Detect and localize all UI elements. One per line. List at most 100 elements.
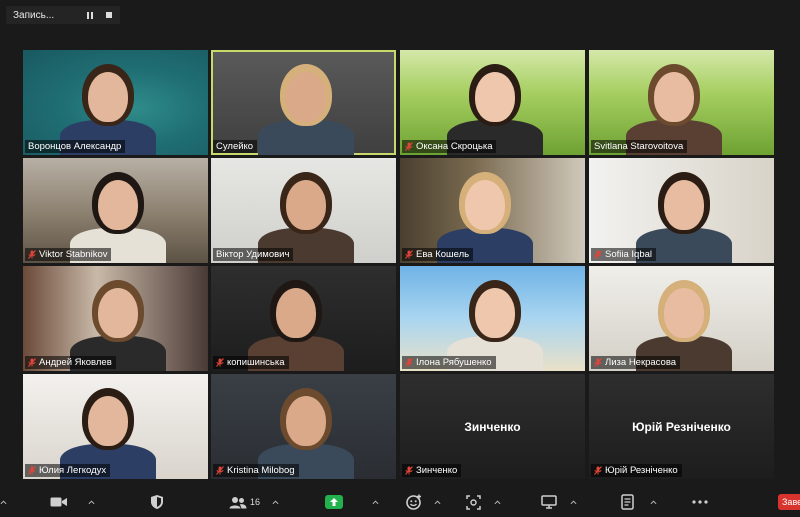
camera-icon	[50, 497, 67, 507]
participant-face	[88, 72, 128, 122]
participant-name-tag: Svitlana Starovoitova	[591, 140, 688, 153]
participant-name-tag: Ева Кошель	[402, 248, 474, 261]
toolbar-left-caret[interactable]	[0, 493, 7, 511]
participant-face	[475, 288, 515, 338]
video-options-caret[interactable]	[88, 493, 95, 511]
participant-face	[88, 396, 128, 446]
participant-name-tag: копишинська	[213, 356, 289, 369]
stop-icon	[106, 12, 112, 18]
participant-name-tag: Kristina Milobog	[213, 464, 299, 477]
recording-label: Запись...	[13, 9, 55, 21]
participant-tile[interactable]: Воронцов Александр	[23, 50, 208, 155]
participant-tile[interactable]: Юлия Легкодух	[23, 374, 208, 479]
mic-muted-icon	[28, 466, 36, 475]
participant-face	[98, 288, 138, 338]
mic-muted-icon	[216, 466, 224, 475]
video-button[interactable]	[50, 493, 68, 511]
participant-face	[664, 288, 704, 338]
pause-icon	[87, 11, 93, 19]
participant-tile[interactable]: Сулейко	[211, 50, 396, 155]
stop-recording-button[interactable]	[101, 7, 117, 23]
participant-tile[interactable]: Зинченко Зинченко	[400, 374, 585, 479]
whiteboard-icon	[541, 495, 557, 509]
chevron-up-icon	[272, 499, 279, 504]
recording-indicator: Запись...	[6, 6, 120, 24]
apps-button[interactable]	[466, 493, 481, 511]
participant-name-tag: Ілона Рябушенко	[402, 356, 496, 369]
chevron-up-icon	[494, 499, 501, 504]
participant-face	[286, 72, 326, 122]
pause-recording-button[interactable]	[82, 7, 98, 23]
whiteboard-button[interactable]	[541, 493, 557, 511]
mic-muted-icon	[594, 466, 602, 475]
notes-button[interactable]	[621, 493, 634, 511]
participant-face	[664, 180, 704, 230]
participant-face	[465, 180, 505, 230]
participant-name: Сулейко	[216, 141, 254, 152]
participant-name: Ілона Рябушенко	[416, 357, 492, 368]
mic-muted-icon	[216, 358, 224, 367]
participant-name: Kristina Milobog	[227, 465, 295, 476]
participant-tile[interactable]: Лиза Некрасова	[589, 266, 774, 371]
apps-options-caret[interactable]	[494, 493, 501, 511]
participants-options-caret[interactable]	[272, 493, 279, 511]
participant-tile[interactable]: Ева Кошель	[400, 158, 585, 263]
whiteboard-options-caret[interactable]	[570, 493, 577, 511]
apps-icon	[466, 494, 481, 510]
more-icon	[692, 500, 708, 504]
participant-face	[286, 180, 326, 230]
participant-tile[interactable]: Kristina Milobog	[211, 374, 396, 479]
participants-button[interactable]: 16	[229, 493, 260, 511]
participant-tile[interactable]: копишинська	[211, 266, 396, 371]
notes-options-caret[interactable]	[650, 493, 657, 511]
participant-name-tag: Sofiia Iqbal	[591, 248, 657, 261]
participant-tile[interactable]: Андрей Яковлев	[23, 266, 208, 371]
participant-tile[interactable]: Sofiia Iqbal	[589, 158, 774, 263]
participants-count: 16	[250, 497, 261, 507]
security-button[interactable]	[150, 493, 164, 511]
chevron-up-icon	[372, 499, 379, 504]
reactions-options-caret[interactable]	[434, 493, 441, 511]
participant-name: Воронцов Александр	[28, 141, 122, 152]
participant-name: Юрій Резніченко	[605, 465, 678, 476]
reactions-button[interactable]	[406, 493, 422, 511]
participant-center-name: Зинченко	[464, 419, 521, 434]
participant-tile[interactable]: Svitlana Starovoitova	[589, 50, 774, 155]
mic-muted-icon	[405, 142, 413, 151]
participant-name: Ева Кошель	[416, 249, 470, 260]
end-meeting-button[interactable]: Заве	[778, 494, 800, 510]
share-screen-button[interactable]	[325, 493, 343, 511]
participant-name-tag: Воронцов Александр	[25, 140, 126, 153]
mic-muted-icon	[405, 250, 413, 259]
participant-tile[interactable]: Оксана Скроцька	[400, 50, 585, 155]
participant-name-tag: Юрій Резніченко	[591, 464, 682, 477]
participant-face	[98, 180, 138, 230]
participant-tile[interactable]: Юрій Резніченко Юрій Резніченко	[589, 374, 774, 479]
participant-name-tag: Лиза Некрасова	[591, 356, 681, 369]
participant-name-tag: Андрей Яковлев	[25, 356, 116, 369]
participant-tile[interactable]: Viktor Stabnikov	[23, 158, 208, 263]
participant-name: копишинська	[227, 357, 285, 368]
participant-tile[interactable]: Віктор Удимович	[211, 158, 396, 263]
participant-face	[654, 72, 694, 122]
mic-muted-icon	[594, 358, 602, 367]
more-button[interactable]	[692, 493, 708, 511]
participant-name-tag: Оксана Скроцька	[402, 140, 497, 153]
participant-name-tag: Viktor Stabnikov	[25, 248, 112, 261]
chevron-up-icon	[0, 499, 7, 504]
participant-name-tag: Зинченко	[402, 464, 462, 477]
participant-center-name: Юрій Резніченко	[632, 419, 731, 434]
participant-face	[475, 72, 515, 122]
participant-face	[276, 288, 316, 338]
shield-icon	[151, 495, 163, 509]
participant-name: Віктор Удимович	[216, 249, 290, 260]
participant-name: Оксана Скроцька	[416, 141, 493, 152]
participant-tile[interactable]: Ілона Рябушенко	[400, 266, 585, 371]
share-screen-icon	[325, 495, 343, 509]
mic-muted-icon	[28, 250, 36, 259]
share-options-caret[interactable]	[372, 493, 379, 511]
mic-muted-icon	[405, 358, 413, 367]
participant-face	[286, 396, 326, 446]
meeting-toolbar: 16 Заве	[0, 487, 800, 517]
chevron-up-icon	[88, 499, 95, 504]
